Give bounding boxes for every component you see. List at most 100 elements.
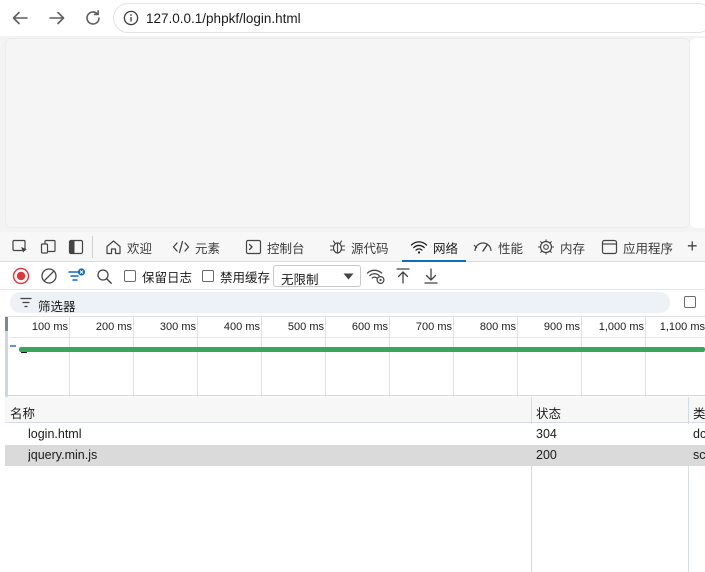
device-emulation-icon[interactable]: [40, 239, 57, 255]
filter-placeholder: 筛选器: [38, 300, 76, 314]
filter-lines-icon: [20, 297, 32, 308]
devtools-tab-bar: 欢迎 元素 控制台 源代码 网络 性能 内存 应用程序 +: [0, 232, 705, 263]
request-marker: [10, 345, 16, 347]
dock-side-icon[interactable]: [68, 239, 84, 255]
request-name[interactable]: jquery.min.js: [28, 448, 518, 462]
tab-label: 内存: [560, 241, 586, 256]
tab-sources[interactable]: 源代码: [329, 232, 389, 262]
timeline-tick: [69, 317, 70, 397]
tab-elements[interactable]: 元素: [172, 232, 220, 262]
address-bar[interactable]: 127.0.0.1/phpkf/login.html: [113, 3, 705, 33]
tab-label: 控制台: [267, 241, 305, 256]
timeline-tick-label: 1,000 ms: [598, 321, 644, 333]
tab-label: 应用程序: [623, 241, 674, 256]
timeline-tick-label: 700 ms: [415, 321, 452, 333]
timeline-tick-label: 900 ms: [543, 321, 580, 333]
column-header-status[interactable]: 状态: [536, 403, 561, 422]
timeline-overview[interactable]: 100 ms 200 ms 300 ms 400 ms 500 ms 600 m…: [5, 316, 705, 397]
back-arrow-icon[interactable]: [7, 5, 33, 31]
timeline-tick-label: 100 ms: [31, 321, 68, 333]
tab-label: 性能: [498, 241, 524, 256]
network-toolbar: 保留日志 禁用缓存 无限制: [0, 262, 705, 290]
timeline-load-bar: [19, 347, 705, 352]
timeline-tick-label: 800 ms: [479, 321, 516, 333]
export-har-icon[interactable]: [423, 266, 439, 286]
network-conditions-icon[interactable]: [366, 266, 386, 286]
timeline-tick-label: 500 ms: [287, 321, 324, 333]
timeline-tick-label: 400 ms: [223, 321, 260, 333]
preserve-log-label: 保留日志: [142, 270, 193, 285]
tab-label: 元素: [195, 241, 221, 256]
timeline-tick: [389, 317, 390, 397]
tab-welcome[interactable]: 欢迎: [105, 232, 152, 262]
timeline-tick: [453, 317, 454, 397]
request-status: 200: [536, 448, 557, 462]
page-viewport: [0, 36, 705, 232]
tab-label: 网络: [433, 241, 459, 256]
browser-toolbar: 127.0.0.1/phpkf/login.html: [0, 0, 705, 36]
timeline-tick: [133, 317, 134, 397]
disable-cache-label: 禁用缓存: [220, 270, 271, 285]
chevron-down-icon: [343, 273, 354, 280]
bug-icon: [329, 239, 346, 255]
request-type: sc: [693, 448, 705, 462]
table-row-selected[interactable]: jquery.min.js 200 sc: [5, 445, 705, 466]
overview-left-grip[interactable]: [5, 317, 8, 331]
timeline-tick-label: 300 ms: [159, 321, 196, 333]
request-name[interactable]: login.html: [28, 427, 518, 441]
column-header-name[interactable]: 名称: [10, 403, 35, 422]
overview-divider: [9, 337, 705, 338]
import-har-icon[interactable]: [395, 266, 411, 286]
wifi-icon: [410, 239, 428, 255]
tab-label: 源代码: [351, 241, 389, 256]
column-header-type[interactable]: 类: [693, 403, 705, 422]
url-text[interactable]: 127.0.0.1/phpkf/login.html: [146, 11, 301, 26]
clear-icon[interactable]: [40, 266, 58, 286]
refresh-icon[interactable]: [80, 5, 106, 31]
filter-input[interactable]: 筛选器: [10, 292, 670, 314]
filter-row: 筛选器: [0, 290, 705, 316]
console-icon: [245, 239, 262, 255]
memory-chip-icon: [537, 239, 555, 255]
tab-memory[interactable]: 内存: [537, 232, 585, 262]
preserve-log-checkbox[interactable]: 保留日志: [124, 266, 192, 286]
disable-cache-checkbox[interactable]: 禁用缓存: [202, 266, 270, 286]
inspect-element-icon[interactable]: [12, 239, 29, 255]
request-status: 304: [536, 427, 557, 441]
timeline-tick: [581, 317, 582, 397]
performance-icon: [473, 239, 493, 255]
info-icon[interactable]: [123, 10, 139, 26]
timeline-tick: [197, 317, 198, 397]
tab-separator: [92, 236, 93, 258]
tab-label: 欢迎: [127, 241, 153, 256]
devtools-panel: 欢迎 元素 控制台 源代码 网络 性能 内存 应用程序 + 保留日志 禁用缓存 …: [0, 232, 705, 572]
page-content: [5, 38, 690, 228]
checkbox-box[interactable]: [202, 270, 214, 282]
home-icon: [105, 239, 122, 255]
search-icon[interactable]: [96, 266, 113, 286]
tab-application[interactable]: 应用程序: [601, 232, 673, 262]
table-row[interactable]: login.html 304 dc: [5, 424, 705, 445]
record-icon[interactable]: [12, 266, 30, 286]
timeline-tick-label: 1,100 ms: [659, 321, 705, 333]
timeline-tick-label: 200 ms: [95, 321, 132, 333]
forward-arrow-icon[interactable]: [44, 5, 70, 31]
timeline-tick: [325, 317, 326, 397]
timeline-tick: [517, 317, 518, 397]
request-table-header: 名称 状态 类: [5, 397, 705, 423]
invert-filter-checkbox[interactable]: [684, 296, 696, 308]
throttling-select[interactable]: 无限制: [273, 265, 361, 287]
throttling-value: 无限制: [281, 273, 319, 287]
checkbox-box[interactable]: [124, 270, 136, 282]
tab-network[interactable]: 网络: [402, 232, 467, 263]
timeline-tick: [261, 317, 262, 397]
application-icon: [601, 239, 618, 255]
tab-console[interactable]: 控制台: [245, 232, 305, 262]
timeline-tick-label: 600 ms: [351, 321, 388, 333]
code-tags-icon: [172, 239, 190, 255]
tab-performance[interactable]: 性能: [473, 232, 523, 262]
filter-toggle-icon[interactable]: [67, 266, 87, 286]
timeline-tick: [645, 317, 646, 397]
add-tab-button[interactable]: +: [687, 236, 698, 257]
request-type: dc: [693, 427, 705, 441]
